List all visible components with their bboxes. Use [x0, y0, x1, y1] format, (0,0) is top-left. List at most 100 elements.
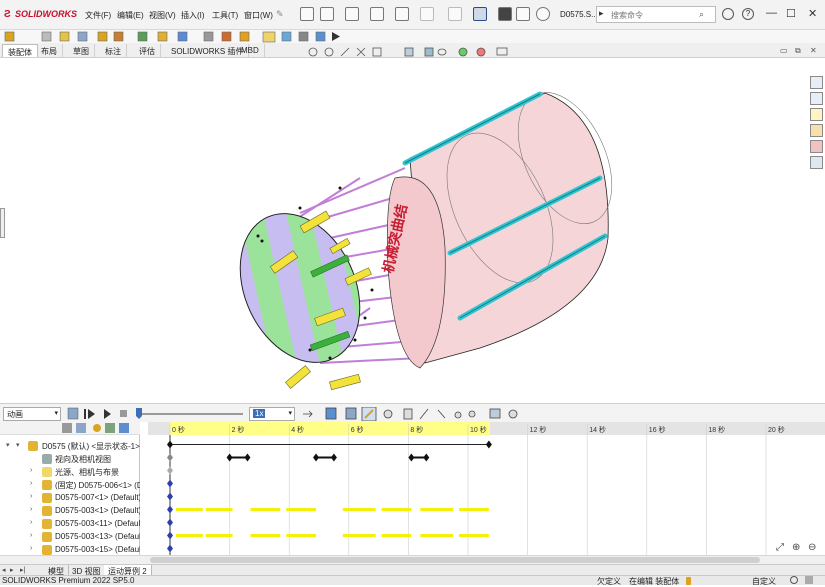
search-input[interactable]: ▸ 搜索命令 ⌕ [596, 6, 716, 23]
change-bar[interactable] [286, 508, 317, 511]
view-palette-icon[interactable] [810, 124, 823, 137]
tab-scroll-left-icon[interactable]: ◂ [2, 566, 6, 574]
expand-icon[interactable]: › [30, 506, 32, 513]
undo-icon[interactable] [420, 7, 434, 21]
viewport-restore-icon[interactable]: ⧉ [795, 46, 801, 56]
change-bar[interactable] [286, 534, 317, 537]
motion-tool-icons[interactable] [300, 407, 540, 421]
zoom-out-icon[interactable]: ⊖ [808, 542, 816, 553]
menu-view[interactable]: 视图(V) [149, 10, 176, 21]
rebuild-indicator-icon[interactable] [686, 577, 691, 585]
new-document-icon[interactable] [320, 7, 334, 21]
menu-file[interactable]: 文件(F) [85, 10, 111, 21]
tab-scroll-end-icon[interactable]: ▸| [20, 566, 25, 574]
minimize-button[interactable]: — [766, 7, 777, 19]
change-bar[interactable] [459, 534, 489, 537]
tree-row[interactable]: › D0575-003<13> (Default [0, 531, 140, 544]
tree-row[interactable]: › 光源、相机与布景 [0, 466, 140, 479]
user-icon[interactable] [722, 8, 734, 20]
scrollbar-thumb[interactable] [150, 557, 760, 563]
expand-icon[interactable]: › [30, 493, 32, 500]
change-bar[interactable] [459, 508, 489, 511]
change-bar[interactable] [381, 534, 412, 537]
tab-sketch[interactable]: 草图 [68, 44, 95, 57]
change-bar[interactable] [250, 534, 281, 537]
maximize-button[interactable]: ☐ [786, 7, 796, 20]
search-icon[interactable]: ⌕ [699, 9, 704, 20]
status-help-icon[interactable] [790, 576, 798, 584]
change-bar[interactable] [342, 508, 376, 511]
keypoint[interactable] [313, 453, 320, 462]
tree-row[interactable]: › D0575-003<11> (Default [0, 518, 140, 531]
expand-icon[interactable]: › [30, 467, 32, 474]
viewport-close-icon[interactable]: ✕ [810, 46, 817, 55]
tab-scroll-right-icon[interactable]: ▸ [10, 566, 14, 574]
tab-assembly[interactable]: 装配体 [2, 44, 38, 57]
keypoint[interactable] [167, 453, 173, 462]
status-units[interactable]: 自定义 [752, 576, 776, 587]
viewport-minimize-icon[interactable]: ▭ [780, 46, 788, 55]
tab-layout[interactable]: 布局 [36, 44, 63, 57]
open-icon[interactable] [345, 7, 359, 21]
print-icon[interactable] [395, 7, 409, 21]
tab-annotation[interactable]: 标注 [100, 44, 127, 57]
change-bar[interactable] [205, 534, 233, 537]
custom-properties-icon[interactable] [810, 156, 823, 169]
keypoint[interactable] [167, 518, 173, 527]
keypoint[interactable] [167, 544, 173, 553]
playback-speed-select[interactable]: 1x ▾ [249, 407, 295, 421]
heads-up-view-toolbar[interactable] [305, 45, 520, 59]
change-bar[interactable] [205, 508, 233, 511]
tree-row-root[interactable]: ▾ ▾ D0575 (默认) <显示状态-1> [0, 440, 140, 453]
menu-tools[interactable]: 工具(T) [212, 10, 238, 21]
menu-insert[interactable]: 插入(I) [181, 10, 205, 21]
select-icon[interactable] [473, 7, 487, 21]
options-gear-icon[interactable] [536, 7, 550, 21]
timeline-scrollbar[interactable]: ⤢ ⊕ ⊖ [0, 542, 825, 564]
change-bar[interactable] [342, 534, 376, 537]
keypoint[interactable] [408, 453, 415, 462]
keypoint[interactable] [167, 505, 173, 514]
tree-row[interactable]: 视向及相机视图 [0, 453, 140, 466]
file-properties-icon[interactable] [516, 7, 530, 21]
tree-filter-icons[interactable] [0, 422, 140, 435]
change-bar[interactable] [420, 534, 454, 537]
status-options-icon[interactable] [805, 576, 813, 584]
keypoint[interactable] [167, 440, 173, 449]
keypoint[interactable] [485, 440, 492, 449]
help-icon[interactable]: ? [742, 8, 754, 20]
keypoint[interactable] [167, 466, 173, 475]
zoom-to-fit-icon[interactable]: ⤢ [776, 542, 784, 553]
playback-controls[interactable] [66, 407, 246, 421]
timeline-canvas[interactable]: 0 秒 2 秒 4 秒 6 秒 8 秒 10 秒 12 秒 14 秒 16 秒 18 秒 20 秒 [148, 422, 825, 555]
appearances-icon[interactable] [810, 140, 823, 153]
keypoint[interactable] [226, 453, 233, 462]
expand-icon[interactable]: › [30, 545, 32, 552]
tab-mbd[interactable]: MBD [236, 44, 265, 57]
file-explorer-icon[interactable] [810, 108, 823, 121]
expand-icon[interactable]: › [30, 519, 32, 526]
keypoint[interactable] [167, 492, 173, 501]
keypoint[interactable] [423, 453, 430, 462]
pin-icon[interactable]: ✎ [276, 9, 284, 20]
study-type-select[interactable]: 动画 ▾ [3, 407, 61, 421]
menu-edit[interactable]: 编辑(E) [117, 10, 144, 21]
design-library-icon[interactable] [810, 92, 823, 105]
save-icon[interactable] [370, 7, 384, 21]
tab-evaluate[interactable]: 评估 [134, 44, 161, 57]
expand-icon[interactable]: › [30, 532, 32, 539]
change-bar[interactable] [175, 534, 203, 537]
tree-row[interactable]: › D0575-007<1> (Default) [0, 492, 140, 505]
change-bar[interactable] [175, 508, 203, 511]
tree-row[interactable]: › D0575-003<1> (Default) [0, 505, 140, 518]
keypoint[interactable] [330, 453, 337, 462]
expand-icon[interactable]: ▾ [16, 441, 20, 449]
zoom-in-icon[interactable]: ⊕ [792, 542, 800, 553]
change-bar[interactable] [420, 508, 454, 511]
close-button[interactable]: ✕ [808, 7, 817, 20]
home-icon[interactable] [300, 7, 314, 21]
motion-timeline[interactable]: 0 秒 2 秒 4 秒 6 秒 8 秒 10 秒 12 秒 14 秒 16 秒 18 秒 20 秒 [148, 422, 825, 555]
keypoint[interactable] [167, 531, 173, 540]
traffic-light-icon[interactable] [498, 7, 512, 21]
menu-window[interactable]: 窗口(W) [244, 10, 273, 21]
